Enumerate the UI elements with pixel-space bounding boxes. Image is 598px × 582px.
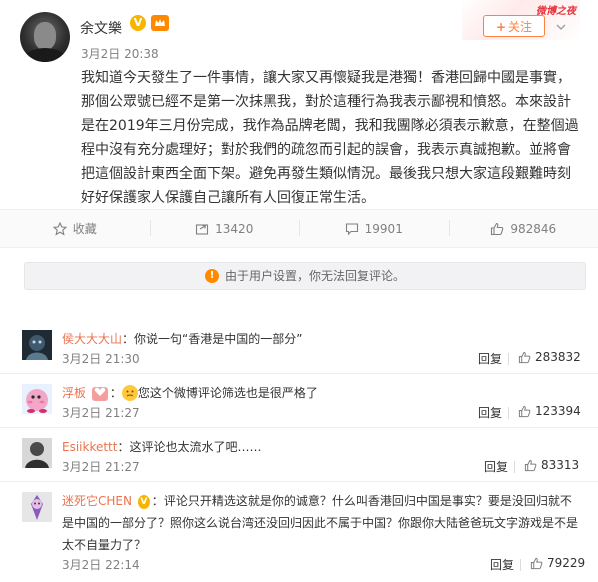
- comment-button[interactable]: 19901: [299, 210, 449, 247]
- comment-colon: ：: [152, 494, 164, 508]
- vip-verified-icon: V: [130, 15, 146, 31]
- follow-button[interactable]: +关注: [483, 15, 545, 37]
- reply-disabled-notice: ! 由于用户设置，你无法回复评论。: [24, 262, 586, 290]
- post-timestamp[interactable]: 3月2日 20:38: [81, 45, 159, 62]
- comment-item: 侯大大大山：你说一句“香港是中国的一部分” 3月2日 21:30 回复 2838…: [0, 320, 598, 374]
- commenter-name[interactable]: 浮板: [62, 386, 86, 400]
- comment-time: 3月2日 21:27: [62, 458, 140, 475]
- comment-item: 迷死它CHEN V：评论只开精选这就是你的诚意？什么叫香港回归中国是事实？要是没…: [0, 482, 598, 582]
- warning-icon: !: [205, 269, 219, 283]
- comment-colon: ：: [122, 332, 134, 346]
- comment-time: 3月2日 21:27: [62, 404, 140, 421]
- favorite-label: 收藏: [73, 220, 97, 237]
- reply-button[interactable]: 回复: [478, 404, 502, 421]
- like-icon: [490, 222, 504, 236]
- like-icon: [530, 557, 543, 570]
- like-icon: [524, 459, 537, 472]
- comment-body: 您这个微博评论筛选也是很严格了: [138, 386, 318, 400]
- comment-like-button[interactable]: 79229: [530, 556, 585, 570]
- author-avatar[interactable]: [20, 12, 70, 62]
- comment-like-count: 123394: [535, 404, 581, 418]
- member-level-icon: [151, 15, 169, 31]
- comment-colon: ：: [110, 386, 122, 400]
- comment-time: 3月2日 21:30: [62, 350, 140, 367]
- member-heart-icon: [92, 387, 108, 401]
- comment-like-count: 283832: [535, 350, 581, 364]
- comment-body: 这评论也太流水了吧……: [130, 440, 262, 454]
- comment-text-line: 迷死它CHEN V：评论只开精选这就是你的诚意？什么叫香港回归中国是事实？要是没…: [62, 490, 582, 556]
- star-icon: [53, 222, 67, 236]
- comment-like-button[interactable]: 123394: [518, 404, 581, 418]
- reply-button[interactable]: 回复: [490, 556, 514, 573]
- plus-icon: +: [496, 20, 506, 34]
- commenter-avatar[interactable]: [22, 330, 52, 360]
- comment-list: 侯大大大山：你说一句“香港是中国的一部分” 3月2日 21:30 回复 2838…: [0, 320, 598, 582]
- commenter-name[interactable]: Esiikkettt: [62, 440, 117, 454]
- crown-icon: [151, 15, 169, 31]
- commenter-avatar[interactable]: [22, 492, 52, 522]
- like-icon: [518, 351, 531, 364]
- post-content: 我知道今天發生了一件事情，讓大家又再懷疑我是港獨！香港回歸中國是事實，那個公眾號…: [81, 66, 584, 210]
- notice-text: 由于用户设置，你无法回复评论。: [225, 269, 405, 283]
- comment-item: 浮板 ： 您这个微博评论筛选也是很严格了 3月2日 21:27 回复 12339…: [0, 374, 598, 428]
- reply-button[interactable]: 回复: [484, 458, 508, 475]
- commenter-name[interactable]: 迷死它CHEN: [62, 494, 132, 508]
- comment-like-button[interactable]: 83313: [524, 458, 579, 472]
- comment-count: 19901: [365, 222, 403, 236]
- comment-item: Esiikkettt：这评论也太流水了吧…… 3月2日 21:27 回复 833…: [0, 428, 598, 482]
- vip-verified-icon: V: [138, 495, 150, 509]
- comment-body: 你说一句“香港是中国的一部分”: [134, 332, 302, 346]
- like-icon: [518, 405, 531, 418]
- comment-like-count: 79229: [547, 556, 585, 570]
- comment-time: 3月2日 22:14: [62, 556, 140, 573]
- follow-label: 关注: [508, 20, 532, 34]
- share-icon: [195, 222, 209, 236]
- like-count: 982846: [510, 222, 556, 236]
- avatar-face: [34, 22, 56, 50]
- comment-icon: [345, 222, 359, 236]
- comment-colon: ：: [117, 440, 129, 454]
- comment-text-line: Esiikkettt：这评论也太流水了吧……: [62, 436, 582, 458]
- author-name[interactable]: 余文樂: [80, 18, 122, 38]
- commenter-name[interactable]: 侯大大大山: [62, 332, 122, 346]
- post-action-bar: 收藏 13420 19901 982846: [0, 209, 598, 248]
- reply-button[interactable]: 回复: [478, 350, 502, 367]
- comment-text-line: 浮板 ： 您这个微博评论筛选也是很严格了: [62, 382, 582, 404]
- avatar-shoulders: [24, 48, 66, 62]
- divider: [514, 461, 515, 473]
- divider: [520, 559, 521, 571]
- chevron-down-icon[interactable]: [552, 18, 570, 36]
- emoji-icon: [122, 385, 138, 401]
- repost-count: 13420: [215, 222, 253, 236]
- divider: [508, 353, 509, 365]
- commenter-avatar[interactable]: [22, 438, 52, 468]
- divider: [508, 407, 509, 419]
- comment-like-count: 83313: [541, 458, 579, 472]
- weibo-post: 余文樂 V 3月2日 20:38 微博之夜 +关注 我知道今天發生了一件事情，讓…: [0, 0, 598, 209]
- repost-button[interactable]: 13420: [150, 210, 300, 247]
- comment-like-button[interactable]: 283832: [518, 350, 581, 364]
- like-button[interactable]: 982846: [449, 210, 598, 247]
- commenter-avatar[interactable]: [22, 384, 52, 414]
- favorite-button[interactable]: 收藏: [0, 210, 150, 247]
- comment-text-line: 侯大大大山：你说一句“香港是中国的一部分”: [62, 328, 582, 350]
